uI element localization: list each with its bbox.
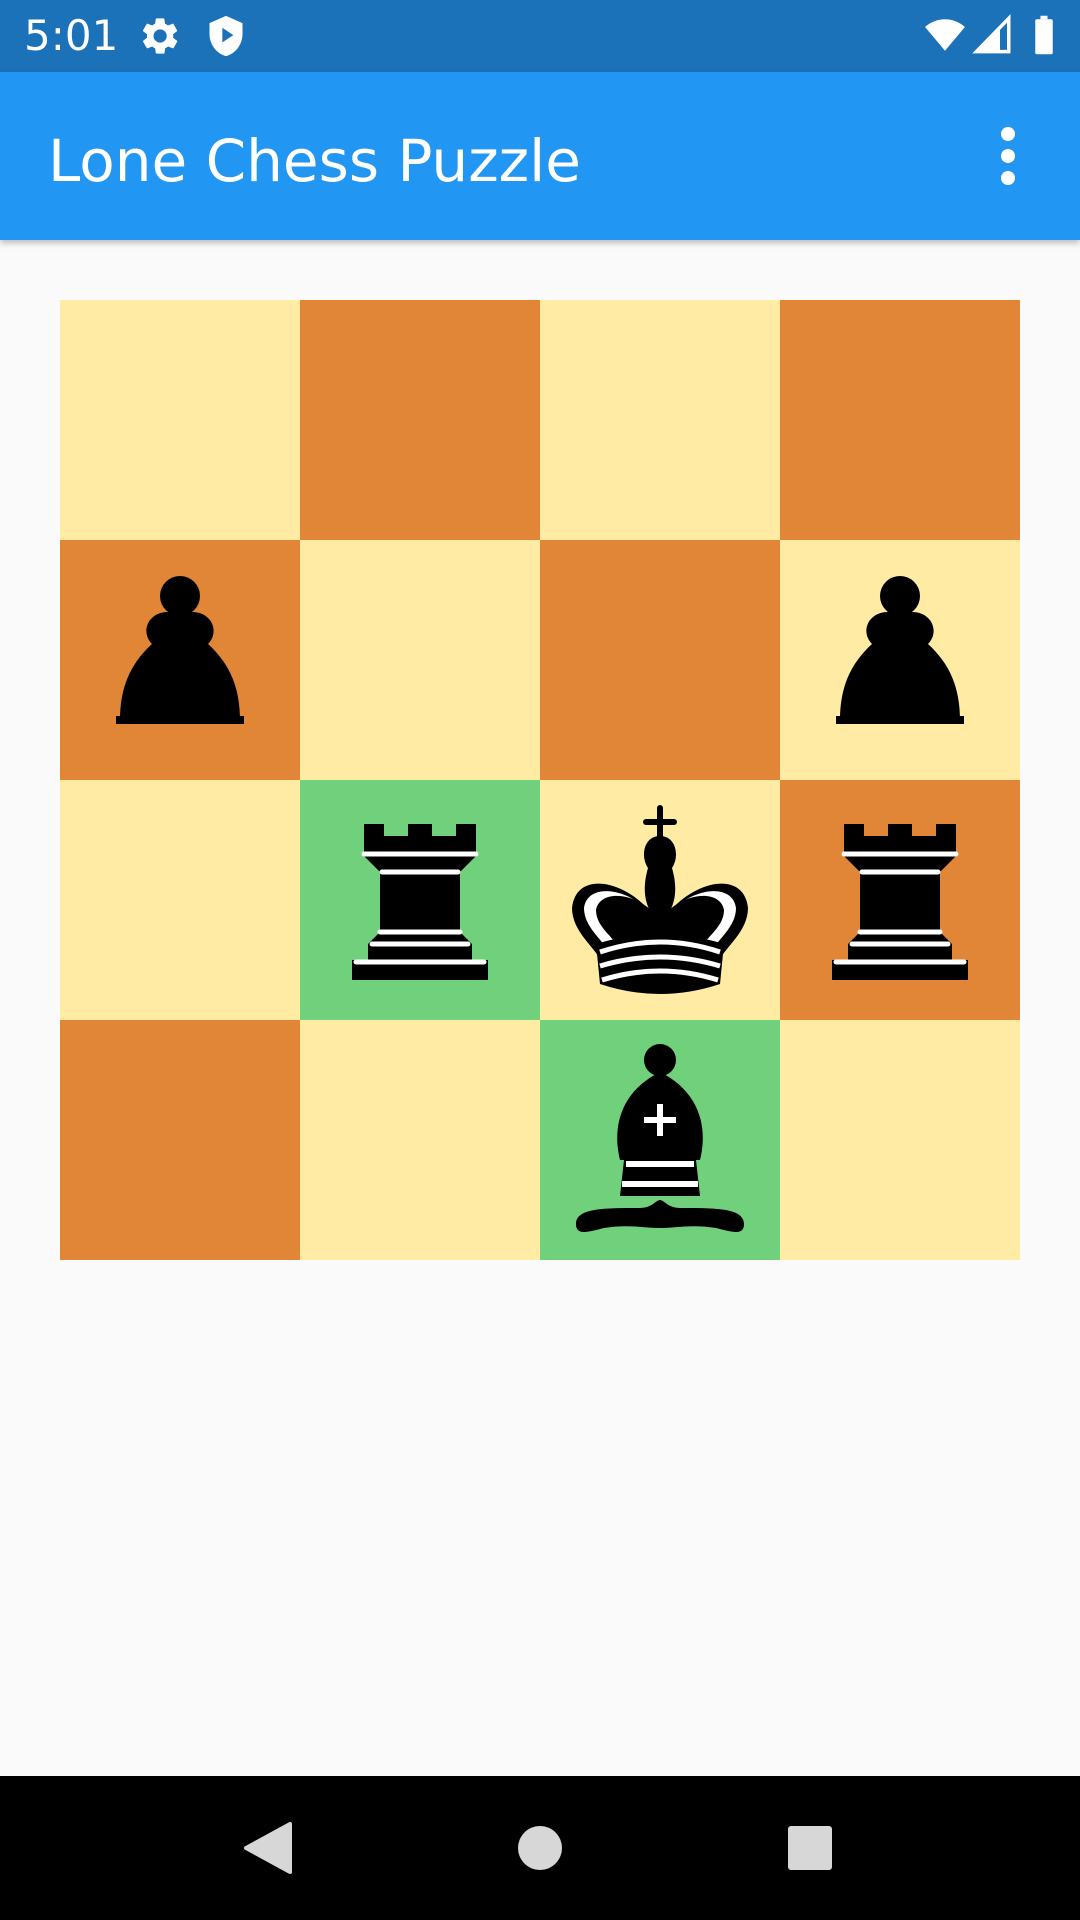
cell-signal-icon [972, 14, 1011, 54]
board-square[interactable] [780, 780, 1020, 1020]
more-vert-icon [1001, 127, 1015, 185]
recents-icon [788, 1826, 832, 1870]
shield-play-icon [209, 15, 243, 57]
board-square[interactable] [300, 540, 540, 780]
board-square[interactable] [540, 780, 780, 1020]
app-title: Lone Chess Puzzle [48, 127, 581, 195]
board-square-highlighted[interactable] [540, 1020, 780, 1260]
settings-icon [142, 18, 178, 54]
board-square[interactable] [60, 1020, 300, 1260]
status-time: 5:01 [24, 11, 119, 60]
board-square[interactable] [300, 300, 540, 540]
bishop-piece-icon[interactable] [560, 1040, 760, 1240]
battery-icon [1035, 15, 1053, 55]
home-icon [518, 1826, 562, 1870]
rook-piece-icon[interactable] [320, 800, 520, 1000]
status-bar: 5:01 [0, 0, 1080, 72]
board-square[interactable] [780, 1020, 1020, 1260]
pawn-piece-icon[interactable] [80, 560, 280, 760]
board-square[interactable] [60, 780, 300, 1020]
home-button[interactable] [490, 1798, 590, 1898]
app-bar: Lone Chess Puzzle [0, 72, 1080, 240]
navigation-bar [0, 1776, 1080, 1920]
board-square[interactable] [780, 300, 1020, 540]
wifi-icon [925, 19, 965, 51]
back-button[interactable] [218, 1798, 318, 1898]
board-square[interactable] [60, 300, 300, 540]
board-square[interactable] [300, 1020, 540, 1260]
rook-piece-icon[interactable] [800, 800, 1000, 1000]
king-piece-icon[interactable] [560, 800, 760, 1000]
overflow-menu-button[interactable] [980, 124, 1036, 188]
board-square[interactable] [780, 540, 1020, 780]
recents-button[interactable] [760, 1798, 860, 1898]
chess-board [60, 300, 1020, 1260]
board-square[interactable] [540, 540, 780, 780]
back-icon [244, 1822, 292, 1874]
board-square[interactable] [540, 300, 780, 540]
board-square[interactable] [60, 540, 300, 780]
board-square-highlighted[interactable] [300, 780, 540, 1020]
pawn-piece-icon[interactable] [800, 560, 1000, 760]
